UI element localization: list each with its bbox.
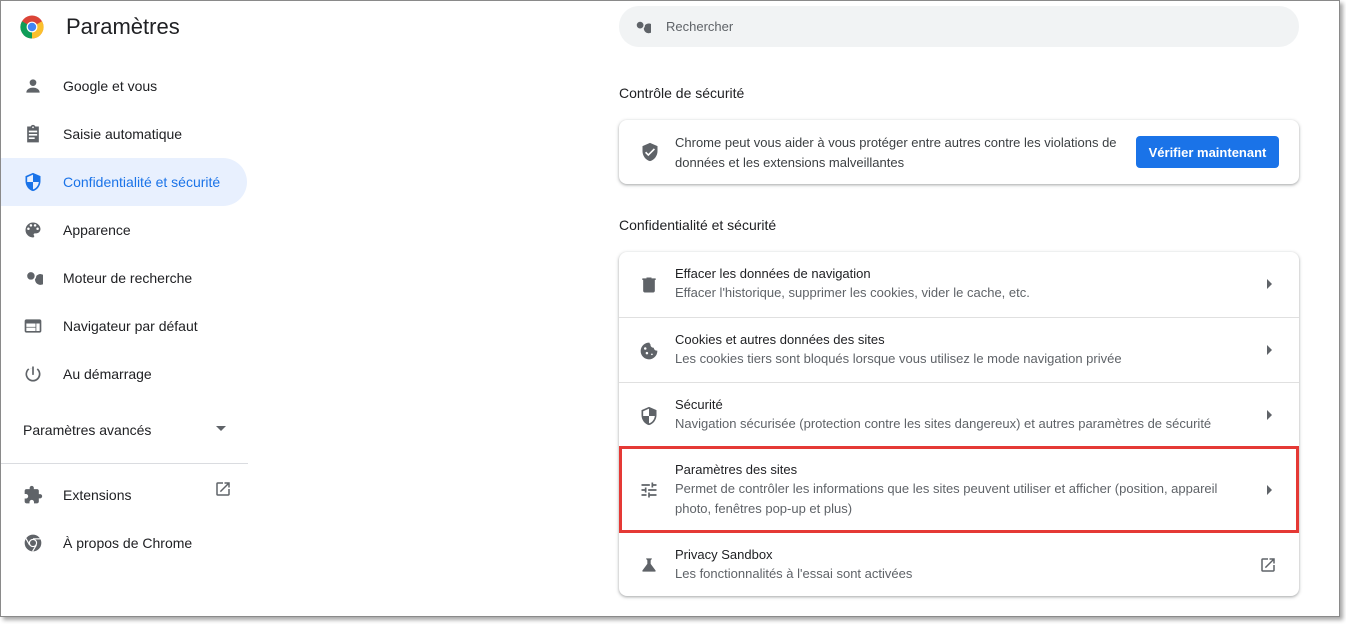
search-icon (636, 21, 651, 33)
arrow-right-icon (1267, 410, 1272, 420)
row-cookies[interactable]: Cookies et autres données des sites Les … (619, 317, 1299, 382)
row-clear-browsing-data[interactable]: Effacer les données de navigation Efface… (619, 252, 1299, 317)
advanced-settings-label: Paramètres avancés (23, 422, 152, 438)
arrow-right-icon (1267, 345, 1272, 355)
sidebar-item-label: Extensions (63, 487, 132, 503)
clipboard-icon (23, 124, 43, 144)
sidebar-item-label: Google et vous (63, 78, 158, 94)
row-title: Sécurité (675, 397, 723, 412)
shield-icon (23, 172, 43, 192)
row-subtitle: Les cookies tiers sont bloqués lorsque v… (675, 351, 1122, 366)
person-icon (23, 76, 43, 96)
arrow-right-icon (1267, 279, 1272, 289)
privacy-heading: Confidentialité et sécurité (619, 217, 777, 233)
puzzle-icon (23, 485, 43, 505)
sidebar-item-apparence[interactable]: Apparence (1, 206, 247, 254)
row-title: Cookies et autres données des sites (675, 332, 885, 347)
safety-check-description: Chrome peut vous aider à vous protéger e… (675, 135, 1117, 170)
sidebar-item-label: Saisie automatique (63, 126, 183, 142)
row-subtitle: Permet de contrôler les informations que… (675, 481, 1218, 516)
row-security[interactable]: Sécurité Navigation sécurisée (protectio… (619, 382, 1299, 447)
sidebar-item-label: Apparence (63, 222, 131, 238)
row-title: Effacer les données de navigation (675, 266, 871, 281)
row-title: Paramètres des sites (675, 462, 798, 477)
sidebar-item-navigateur-par-defaut[interactable]: Navigateur par défaut (1, 302, 247, 350)
sidebar-item-saisie-automatique[interactable]: Saisie automatique (1, 110, 247, 158)
palette-icon (23, 220, 43, 240)
row-subtitle: Effacer l'historique, supprimer les cook… (675, 285, 1030, 300)
trash-icon (639, 275, 659, 295)
safety-check-card: Chrome peut vous aider à vous protéger e… (619, 120, 1299, 184)
open-in-new-icon[interactable] (1259, 556, 1277, 574)
privacy-card: Effacer les données de navigation Efface… (619, 252, 1299, 596)
sidebar-divider (1, 463, 248, 464)
chrome-logo-icon (20, 15, 44, 39)
browser-icon (23, 316, 43, 336)
search-input[interactable] (664, 18, 1268, 35)
row-privacy-sandbox[interactable]: Privacy Sandbox Les fonctionnalités à l'… (619, 532, 1299, 596)
sidebar-item-a-propos[interactable]: À propos de Chrome (1, 519, 247, 567)
settings-window: Paramètres Google et vous Saisie automat… (0, 0, 1340, 617)
search-bar (619, 6, 1299, 47)
sidebar-item-confidentialite[interactable]: Confidentialité et sécurité (1, 158, 247, 206)
shield-check-icon (642, 142, 658, 162)
row-title: Privacy Sandbox (675, 547, 773, 562)
sidebar-item-au-demarrage[interactable]: Au démarrage (1, 350, 247, 398)
sidebar-nav: Google et vous Saisie automatique Confid… (1, 62, 249, 398)
sidebar-item-label: Confidentialité et sécurité (63, 174, 221, 190)
security-shield-icon (639, 406, 659, 426)
row-subtitle: Les fonctionnalités à l'essai sont activ… (675, 566, 913, 581)
power-icon (23, 364, 43, 384)
row-site-settings[interactable]: Paramètres des sites Permet de contrôler… (619, 447, 1299, 532)
safety-check-heading: Contrôle de sécurité (619, 85, 745, 101)
advanced-settings-toggle[interactable]: Paramètres avancés (1, 406, 247, 454)
tune-icon (639, 480, 659, 500)
sidebar-item-label: Au démarrage (63, 366, 152, 382)
caret-down-icon (216, 426, 226, 431)
search-icon (23, 268, 43, 288)
sidebar-nav-bottom: Extensions À propos de Chrome (1, 471, 249, 567)
chrome-icon (23, 533, 43, 553)
sidebar-item-extensions[interactable]: Extensions (1, 471, 247, 519)
check-now-button[interactable]: Vérifier maintenant (1136, 136, 1279, 168)
flask-icon (639, 555, 659, 575)
sidebar-item-moteur-de-recherche[interactable]: Moteur de recherche (1, 254, 247, 302)
sidebar-item-label: Navigateur par défaut (63, 318, 198, 334)
arrow-right-icon (1267, 485, 1272, 495)
page-title: Paramètres (66, 14, 180, 39)
sidebar-item-label: À propos de Chrome (63, 535, 193, 551)
open-in-new-icon (216, 482, 230, 496)
sidebar-item-label: Moteur de recherche (63, 270, 193, 286)
cookie-icon (639, 341, 659, 361)
sidebar-item-google-et-vous[interactable]: Google et vous (1, 62, 247, 110)
row-subtitle: Navigation sécurisée (protection contre … (675, 416, 1212, 431)
